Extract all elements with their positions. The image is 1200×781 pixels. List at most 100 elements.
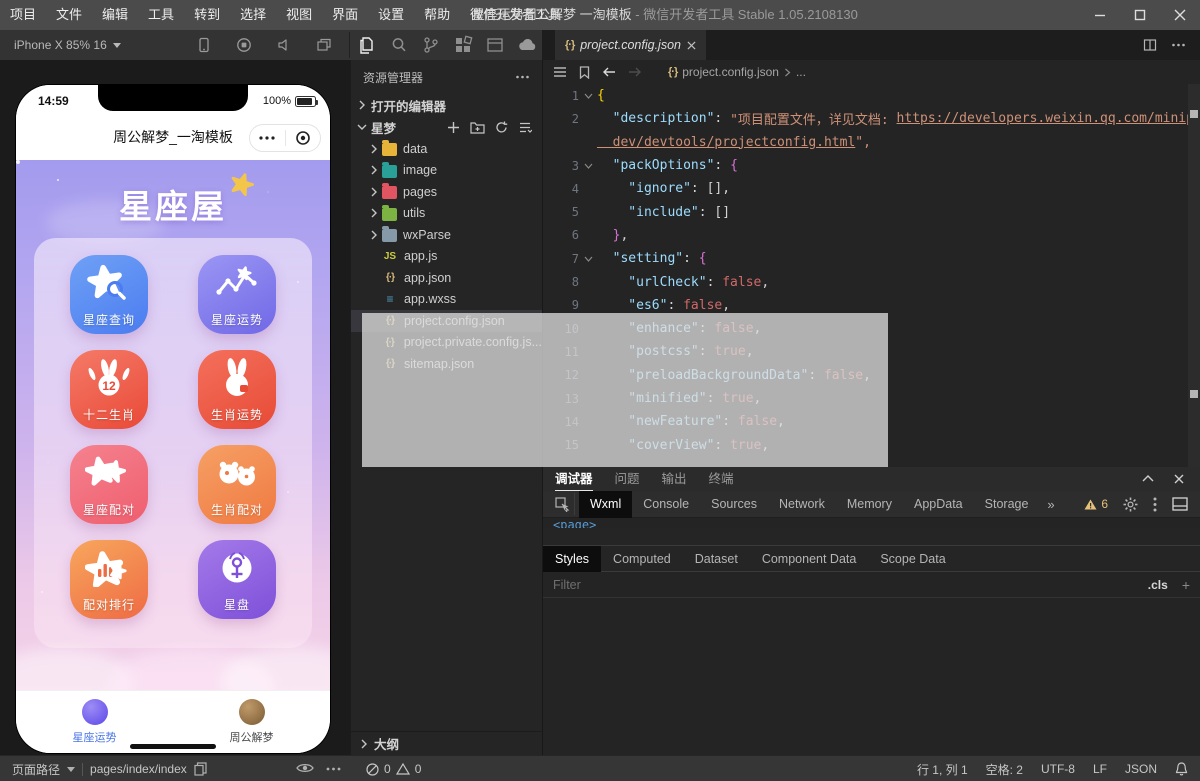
fold-chevron-icon[interactable] (579, 256, 597, 262)
page-path-value[interactable]: pages/index/index (90, 762, 187, 776)
feature-tile[interactable]: 配对排行 (70, 540, 148, 619)
wxml-element-fragment[interactable]: <page> (543, 518, 1200, 528)
git-branch-icon[interactable] (421, 35, 441, 55)
kebab-menu-icon[interactable] (1153, 497, 1157, 512)
bookmark-icon[interactable] (579, 66, 590, 79)
collapse-all-icon[interactable] (518, 121, 532, 134)
nav-forward-icon[interactable] (628, 66, 642, 78)
capsule-more-button[interactable] (250, 136, 285, 140)
device-selector-dropdown[interactable]: iPhone X 85% 16 (14, 30, 121, 60)
toggle-class-button[interactable]: .cls (1148, 578, 1168, 592)
menu-item[interactable]: 选择 (230, 0, 276, 30)
minimize-button[interactable] (1080, 0, 1120, 30)
menu-item[interactable]: 工具 (138, 0, 184, 30)
open-editors-section[interactable]: 打开的编辑器 (351, 94, 542, 116)
style-tab[interactable]: Scope Data (868, 546, 957, 572)
devtools-tab[interactable]: Console (632, 491, 700, 518)
nav-back-icon[interactable] (602, 66, 616, 78)
file-row[interactable]: ≡app.wxss (351, 289, 542, 311)
preview-eye-icon[interactable] (296, 761, 314, 775)
breadcrumb[interactable]: {·} project.config.json ... (668, 65, 806, 79)
refresh-icon[interactable] (495, 121, 508, 134)
menu-item[interactable]: 界面 (322, 0, 368, 30)
split-editor-icon[interactable] (1143, 38, 1157, 52)
devtools-tab[interactable]: Memory (836, 491, 903, 518)
debugger-tab[interactable]: 终端 (709, 467, 734, 491)
file-row[interactable]: JSapp.js (351, 246, 542, 268)
style-tab[interactable]: Styles (543, 546, 601, 572)
menu-item[interactable]: 文件 (46, 0, 92, 30)
maximize-button[interactable] (1120, 0, 1160, 30)
close-button[interactable] (1160, 0, 1200, 30)
menu-item[interactable]: 转到 (184, 0, 230, 30)
devtools-tab[interactable]: Sources (700, 491, 768, 518)
feature-tile[interactable]: 12十二生肖 (70, 350, 148, 429)
copy-path-icon[interactable] (194, 762, 207, 776)
menu-item[interactable]: 设置 (368, 0, 414, 30)
menu-item[interactable]: 编辑 (92, 0, 138, 30)
feature-tile[interactable]: 星座配对 (70, 445, 148, 524)
new-style-rule-button[interactable]: + (1182, 577, 1190, 593)
devtools-tab[interactable]: Storage (974, 491, 1040, 518)
feature-tile[interactable]: 星盘 (198, 540, 276, 619)
search-icon[interactable] (389, 35, 409, 55)
encoding[interactable]: UTF-8 (1041, 762, 1075, 776)
mute-speaker-icon[interactable] (276, 37, 292, 53)
capsule-exit-button[interactable] (286, 130, 321, 146)
feature-tile[interactable]: 生肖配对 (198, 445, 276, 524)
page-path-label[interactable]: 页面路径 (12, 761, 60, 778)
editor-layout-icon[interactable] (485, 35, 505, 55)
close-panel-icon[interactable] (1174, 474, 1184, 484)
cloud-icon[interactable] (517, 37, 539, 53)
tabs-overflow-chevron[interactable]: » (1039, 497, 1062, 512)
style-tab[interactable]: Dataset (683, 546, 750, 572)
feature-tile[interactable]: 星座查询 (70, 255, 148, 334)
devtools-tab[interactable]: Network (768, 491, 836, 518)
style-tab[interactable]: Computed (601, 546, 683, 572)
inspect-element-button[interactable] (551, 493, 575, 515)
debugger-tab[interactable]: 调试器 (555, 467, 593, 491)
fold-chevron-icon[interactable] (579, 93, 597, 99)
extensions-icon[interactable] (453, 35, 473, 55)
feature-tile[interactable]: 生肖运势 (198, 350, 276, 429)
devtools-settings-icon[interactable] (1123, 497, 1138, 512)
collapse-panel-icon[interactable] (1142, 474, 1154, 482)
devtools-tab[interactable]: Wxml (579, 491, 632, 518)
statusbar-more-icon[interactable] (326, 767, 341, 771)
outline-section[interactable]: 大纲 (351, 731, 542, 755)
phone-icon[interactable] (196, 37, 212, 53)
new-file-icon[interactable] (447, 121, 460, 134)
multi-window-icon[interactable] (316, 37, 332, 53)
file-row[interactable]: {·}app.json (351, 267, 542, 289)
indent-setting[interactable]: 空格: 2 (986, 761, 1023, 778)
menu-item[interactable]: 项目 (0, 0, 46, 30)
debugger-tab[interactable]: 问题 (615, 467, 640, 491)
style-tab[interactable]: Component Data (750, 546, 869, 572)
file-row[interactable]: wxParse (351, 224, 542, 246)
eol-setting[interactable]: LF (1093, 762, 1107, 776)
menu-item[interactable]: 视图 (276, 0, 322, 30)
new-folder-icon[interactable] (470, 121, 485, 134)
outline-list-icon[interactable] (553, 66, 567, 78)
style-filter-input[interactable] (553, 578, 1148, 592)
editor-scrollbar[interactable] (1188, 84, 1200, 467)
cursor-position[interactable]: 行 1, 列 1 (917, 761, 968, 778)
files-explorer-icon[interactable] (357, 35, 377, 55)
editor-tab-project-config[interactable]: {·} project.config.json (555, 30, 706, 60)
file-row[interactable]: pages (351, 181, 542, 203)
file-row[interactable]: data (351, 138, 542, 160)
warning-badge[interactable]: 6 (1084, 497, 1108, 511)
explorer-more-icon[interactable] (515, 70, 530, 84)
fold-chevron-icon[interactable] (579, 163, 597, 169)
close-tab-icon[interactable] (687, 41, 696, 50)
menu-item[interactable]: 帮助 (414, 0, 460, 30)
console-drawer-icon[interactable] (1172, 497, 1188, 511)
compile-stop-icon[interactable] (236, 37, 252, 53)
devtools-tab[interactable]: AppData (903, 491, 974, 518)
notifications-bell-icon[interactable] (1175, 762, 1188, 776)
project-root-section[interactable]: 星梦 (351, 116, 542, 138)
language-mode[interactable]: JSON (1125, 762, 1157, 776)
file-row[interactable]: image (351, 160, 542, 182)
debugger-tab[interactable]: 输出 (662, 467, 687, 491)
problems-indicator[interactable]: 0 0 (366, 756, 421, 781)
